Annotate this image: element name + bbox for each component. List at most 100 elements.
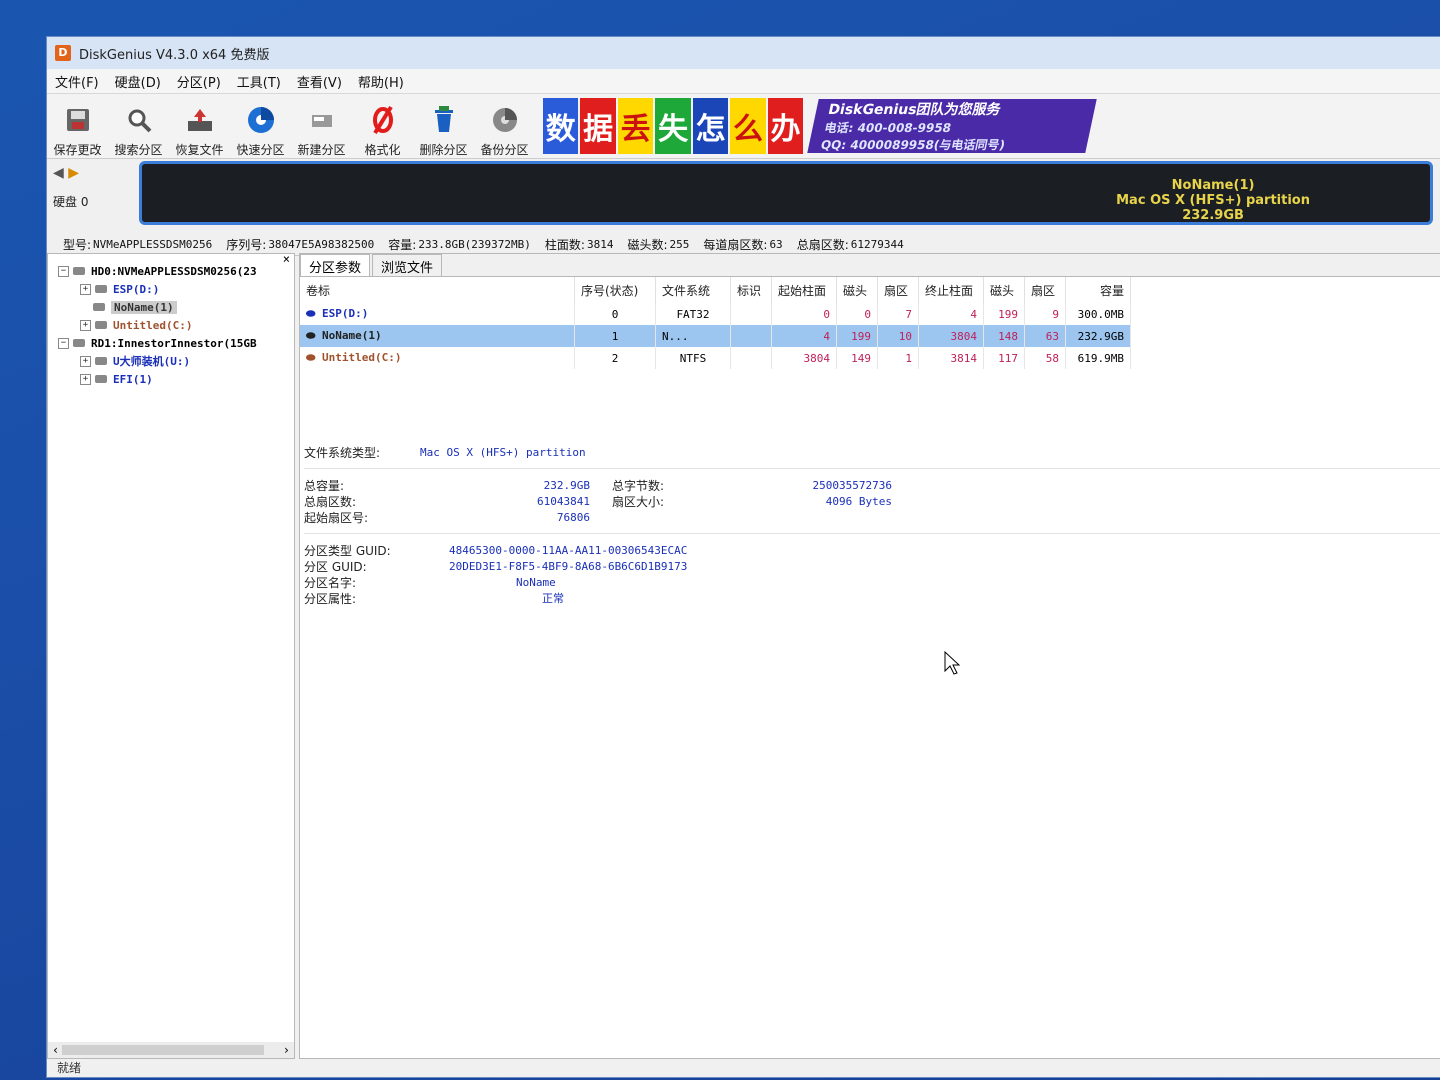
disk-nav-arrows[interactable]: ◀ ▶: [53, 165, 131, 181]
tab-browse-files[interactable]: 浏览文件: [372, 254, 443, 276]
menu-tools[interactable]: 工具(T): [229, 72, 289, 91]
search-icon: [124, 105, 154, 135]
detail-panel: 分区参数 浏览文件 卷标 序号(状态) 文件系统 标识 起始柱面 磁头 扇区 终…: [299, 253, 1440, 1059]
status-bar: 就绪: [57, 1061, 82, 1075]
partition-icon: ⬬: [306, 307, 323, 320]
table-row-selected[interactable]: ⬬ NoName(1) 1 N... 4 199 10 3804 148 63 …: [300, 325, 1131, 347]
col-header[interactable]: 卷标: [300, 277, 575, 303]
menu-bar: 文件(F) 硬盘(D) 分区(P) 工具(T) 查看(V) 帮助(H): [47, 69, 1440, 94]
save-button[interactable]: 保存更改: [47, 96, 108, 158]
backup-partition-button[interactable]: 备份分区: [474, 96, 535, 158]
col-header[interactable]: 磁头: [983, 277, 1025, 303]
app-window: D DiskGenius V4.3.0 x64 免费版 文件(F) 硬盘(D) …: [46, 36, 1440, 1078]
backup-icon: [490, 105, 520, 135]
tab-partition-params[interactable]: 分区参数: [300, 254, 371, 276]
table-row[interactable]: ⬬ Untitled(C:) 2 NTFS 3804 149 1 3814 11…: [300, 347, 1131, 369]
disk-tree: × − HD0:NVMeAPPLESSDSM0256(23 + ESP(D:) …: [47, 252, 295, 1059]
scroll-right-icon[interactable]: ›: [283, 1043, 290, 1057]
partition-icon: ⬬: [306, 351, 323, 364]
search-partition-button[interactable]: 搜索分区: [108, 96, 169, 158]
recover-icon: [185, 105, 215, 135]
banner-char: 怎: [692, 98, 729, 154]
col-header[interactable]: 磁头: [836, 277, 878, 303]
partition-cell: ⬬ NoName(1): [300, 325, 575, 347]
col-header[interactable]: 序号(状态): [574, 277, 656, 303]
banner-phone: 电话: 400-008-9958: [823, 121, 953, 135]
partition-map[interactable]: NoName(1) Mac OS X (HFS+) partition 232.…: [139, 161, 1433, 225]
tree-node-hd0[interactable]: − HD0:NVMeAPPLESSDSM0256(23: [58, 262, 294, 280]
tree-node-partition[interactable]: + Untitled(C:): [58, 316, 294, 334]
detail-row: 起始扇区号: 76806: [304, 510, 590, 525]
ad-banner[interactable]: 数 据 丢 失 怎 么 办 DiskGenius团队为您服务 电话: 400-0…: [543, 94, 1097, 158]
divider: [304, 468, 1440, 469]
table-row[interactable]: ⬬ ESP(D:) 0 FAT32 0 0 7 4 199 9 300.0MB: [300, 303, 1131, 325]
expand-icon[interactable]: +: [80, 283, 91, 295]
banner-char: 据: [580, 98, 616, 154]
banner-ad-text: DiskGenius团队为您服务: [826, 102, 1003, 118]
collapse-icon[interactable]: −: [58, 337, 69, 349]
expand-icon[interactable]: +: [80, 319, 91, 331]
menu-file[interactable]: 文件(F): [47, 72, 107, 91]
col-header[interactable]: 容量: [1065, 277, 1131, 303]
recover-files-button[interactable]: 恢复文件: [169, 96, 230, 158]
tree-node-partition[interactable]: + EFI(1): [58, 370, 294, 388]
new-partition-button[interactable]: 新建分区: [291, 96, 352, 158]
arrow-right-icon[interactable]: ▶: [68, 165, 79, 181]
disk-icon: [73, 267, 85, 275]
tree-node-rd1[interactable]: − RD1:InnestorInnestor(15GB: [58, 334, 294, 352]
col-header[interactable]: 起始柱面: [771, 277, 837, 303]
tab-bar: 分区参数 浏览文件: [300, 254, 1440, 277]
arrow-left-icon[interactable]: ◀: [53, 165, 64, 181]
partition-icon: [95, 321, 107, 329]
expand-icon[interactable]: +: [80, 355, 91, 367]
tree-node-partition-selected[interactable]: NoName(1): [58, 298, 294, 316]
collapse-icon[interactable]: −: [58, 265, 69, 277]
banner-char: 数: [543, 98, 579, 154]
window-title: DiskGenius V4.3.0 x64 免费版: [79, 47, 270, 63]
scroll-left-icon[interactable]: ‹: [52, 1043, 59, 1057]
menu-help[interactable]: 帮助(H): [350, 72, 412, 91]
tree-horizontal-scrollbar[interactable]: ‹ ›: [48, 1042, 294, 1058]
col-header[interactable]: 文件系统: [655, 277, 731, 303]
new-partition-icon: [307, 105, 337, 135]
title-bar: D DiskGenius V4.3.0 x64 免费版: [47, 37, 1440, 69]
partition-cell: ⬬ Untitled(C:): [300, 347, 575, 369]
tree-node-partition[interactable]: + ESP(D:): [58, 280, 294, 298]
delete-partition-button[interactable]: 删除分区: [413, 96, 474, 158]
detail-row: 分区名字: NoName: [304, 575, 556, 590]
format-button[interactable]: 格式化: [352, 96, 413, 158]
detail-row: 分区属性: 正常: [304, 591, 564, 606]
partition-map-label: NoName(1) Mac OS X (HFS+) partition 232.…: [1116, 178, 1310, 223]
scrollbar-thumb[interactable]: [62, 1045, 264, 1055]
partition-icon: [95, 285, 107, 293]
col-header[interactable]: 扇区: [877, 277, 919, 303]
disk-nav: ◀ ▶ 硬盘 0: [47, 159, 137, 233]
partition-details: 文件系统类型: Mac OS X (HFS+) partition 总容量: 2…: [304, 444, 1440, 606]
banner-char: 么: [730, 98, 766, 154]
expand-icon[interactable]: +: [80, 373, 91, 385]
save-icon: [63, 105, 93, 135]
detail-row: 分区类型 GUID: 48465300-0000-11AA-AA11-00306…: [304, 543, 688, 558]
partition-map-size: 232.9GB: [1182, 208, 1244, 223]
banner-char: 失: [655, 98, 691, 154]
toolbar: 保存更改 搜索分区 恢复文件 快速分区 新建分区 格式化 删除分区 备份分区 数…: [47, 94, 1440, 159]
menu-view[interactable]: 查看(V): [289, 72, 350, 91]
col-header[interactable]: 扇区: [1024, 277, 1066, 303]
menu-partition[interactable]: 分区(P): [169, 72, 229, 91]
disk-icon: [73, 339, 85, 347]
quick-partition-button[interactable]: 快速分区: [230, 96, 291, 158]
tree-node-partition[interactable]: + U大师装机(U:): [58, 352, 294, 370]
format-icon: [368, 105, 398, 135]
banner-char: 丢: [617, 98, 654, 154]
partition-table: 卷标 序号(状态) 文件系统 标识 起始柱面 磁头 扇区 终止柱面 磁头 扇区 …: [300, 277, 1131, 369]
partition-map-fs: Mac OS X (HFS+) partition: [1116, 193, 1310, 208]
partition-icon: [93, 303, 105, 311]
menu-disk[interactable]: 硬盘(D): [107, 72, 169, 91]
col-header[interactable]: 标识: [730, 277, 772, 303]
banner-char: 办: [767, 98, 804, 154]
disk-label: 硬盘 0: [53, 195, 89, 209]
quick-partition-icon: [246, 105, 276, 135]
close-icon[interactable]: ×: [283, 252, 290, 266]
partition-map-name: NoName(1): [1171, 178, 1255, 193]
col-header[interactable]: 终止柱面: [918, 277, 984, 303]
